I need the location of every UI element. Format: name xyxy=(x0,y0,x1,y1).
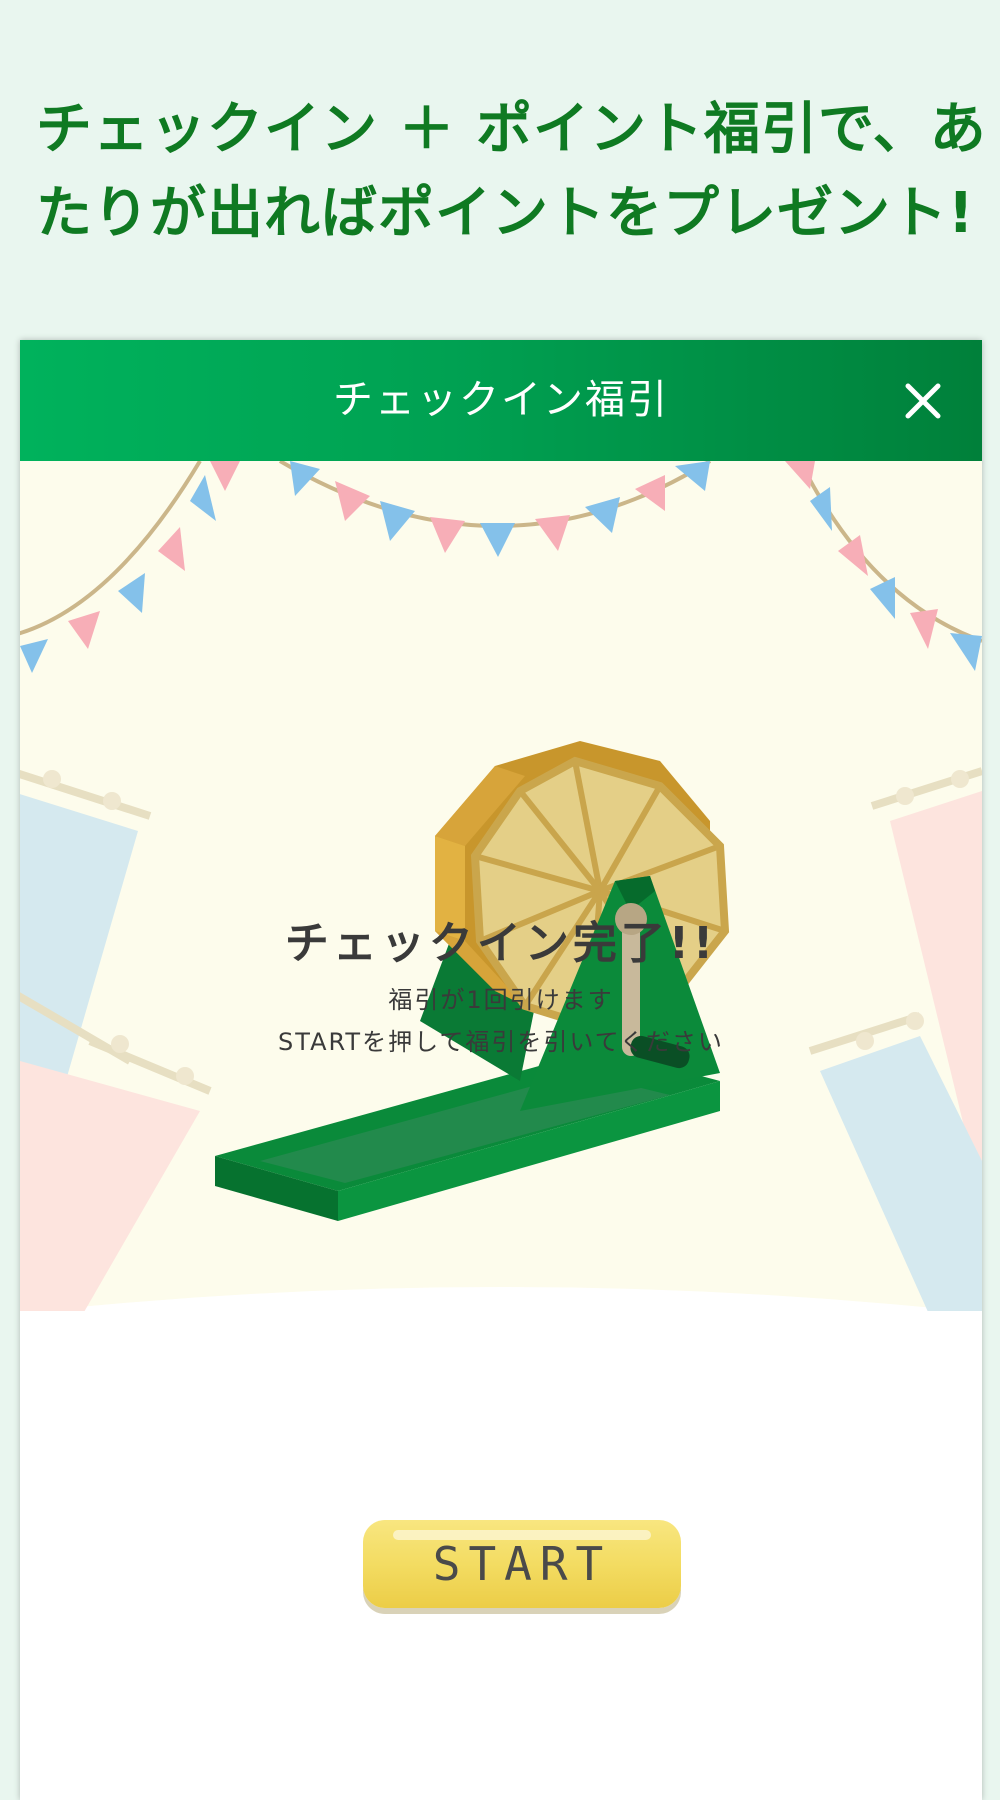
start-button[interactable]: START xyxy=(363,1520,681,1608)
promo-headline: チェックイン ＋ ポイント福引で、あ たりが出ればポイントをプレゼント! xyxy=(36,88,986,256)
festival-illustration: チェックイン完了!! 福引が1回引けます STARTを押して福引を引いてください xyxy=(20,461,982,1311)
draw-count-text: 福引が1回引けます xyxy=(388,986,614,1014)
lottery-modal: チェックイン福引 チェックイン完了!! 福引が1回引けます STARTを押して福… xyxy=(20,340,982,1800)
promo-headline-line1: チェックイン ＋ ポイント福引で、あ xyxy=(36,97,987,162)
modal-title: チェックイン福引 xyxy=(333,377,669,423)
close-icon[interactable] xyxy=(902,380,944,422)
instruction-text: STARTを押して福引を引いてください xyxy=(278,1028,724,1056)
modal-header: チェックイン福引 xyxy=(20,340,982,461)
checkin-complete-title: チェックイン完了!! xyxy=(284,918,718,969)
promo-headline-line2: たりが出ればポイントをプレゼント! xyxy=(36,181,975,246)
